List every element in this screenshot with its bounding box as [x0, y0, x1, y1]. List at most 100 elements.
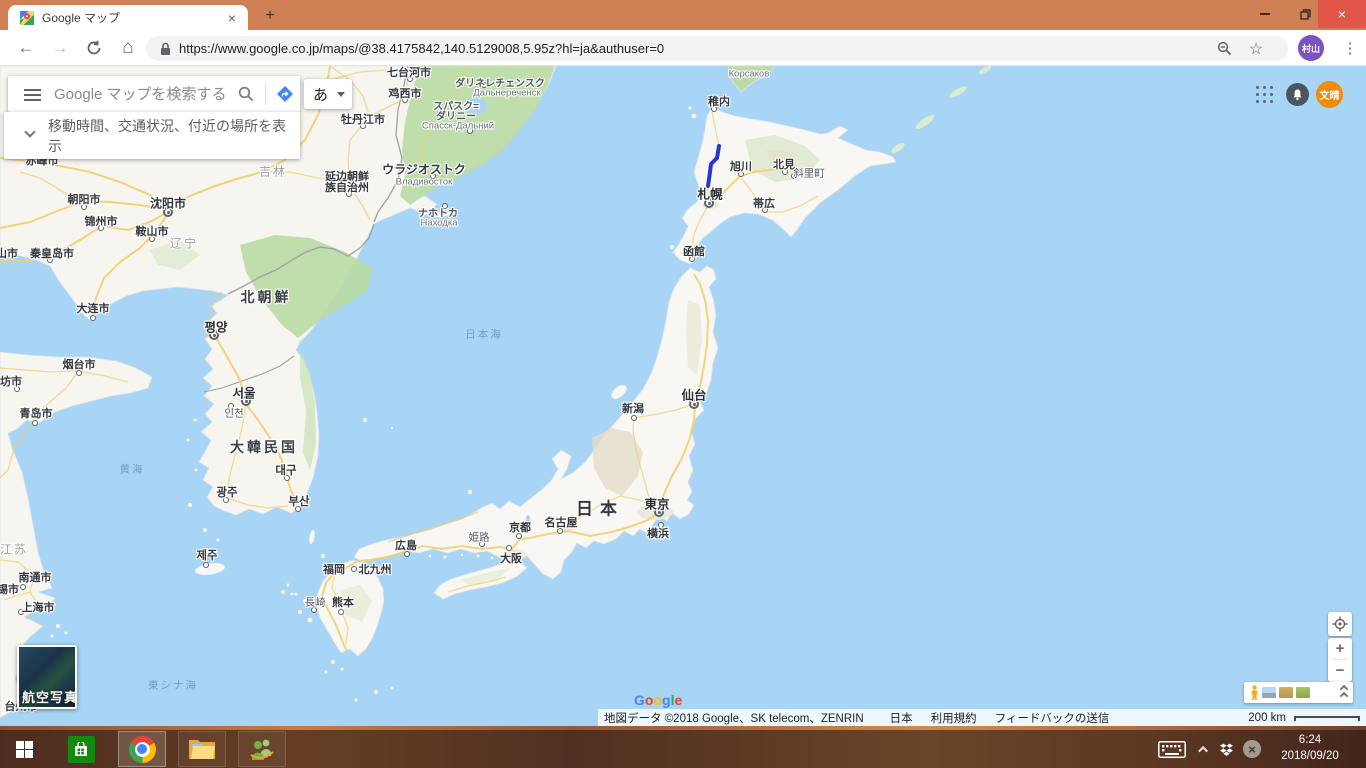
windows-taskbar: × 6:24 2018/09/20	[0, 730, 1366, 768]
microsoft-store-icon	[68, 736, 95, 763]
start-button[interactable]	[0, 731, 48, 767]
map-label: 광주	[216, 484, 237, 500]
maps-account-avatar[interactable]: 文晴	[1316, 81, 1343, 108]
map-label: 名古屋	[545, 514, 578, 530]
imagery-photos-bar	[1244, 682, 1353, 703]
taskbar-messenger-button[interactable]	[238, 731, 286, 767]
dropbox-icon[interactable]	[1216, 730, 1236, 768]
map-label: 横浜	[647, 525, 669, 541]
map-label: 锡市	[0, 581, 19, 597]
window-minimize-button[interactable]	[1246, 0, 1284, 28]
pegman-icon[interactable]	[1250, 685, 1259, 701]
map-label: 江苏	[0, 541, 28, 558]
map-label: 沈阳市	[150, 195, 186, 212]
window-close-button[interactable]: ×	[1318, 0, 1366, 28]
chevron-down-icon[interactable]	[24, 126, 35, 137]
photo-thumbnail[interactable]	[1296, 687, 1310, 698]
attribution-country[interactable]: 日本	[890, 710, 913, 726]
google-apps-grid-icon[interactable]	[1256, 86, 1273, 103]
map-label: 大韓民国	[230, 437, 298, 457]
map-label: 辽宁	[170, 235, 198, 252]
tray-status-close-icon[interactable]: ×	[1241, 730, 1263, 768]
search-input[interactable]	[54, 76, 236, 112]
chrome-icon	[129, 736, 156, 763]
map-label: 黄海	[120, 462, 145, 477]
menu-hamburger-icon[interactable]	[24, 89, 41, 104]
map-label: Владивосток	[396, 177, 453, 188]
home-button[interactable]: ⌂	[114, 30, 142, 66]
search-icon[interactable]	[238, 86, 254, 107]
map-viewport[interactable]: 赤峰市朝阳市沈阳市锦州市鞍山市秦皇岛市山市辽宁吉林七台河市鸡西市牡丹江市延边朝鲜…	[0, 66, 1366, 726]
map-label: 斜里町	[793, 166, 825, 181]
divider	[265, 83, 266, 105]
map-label: 函館	[683, 243, 705, 259]
map-label: 広島	[395, 537, 417, 553]
taskbar-explorer-button[interactable]	[178, 731, 226, 767]
zoom-in-button[interactable]: +	[1328, 638, 1352, 659]
map-label: 北見	[773, 156, 795, 172]
tab-close-icon[interactable]: ×	[224, 10, 240, 26]
map-label: 大阪	[500, 550, 522, 566]
map-label: 熊本	[332, 594, 354, 610]
zoom-out-page-icon[interactable]	[1212, 36, 1236, 61]
reload-icon	[86, 40, 102, 56]
my-location-button[interactable]	[1328, 612, 1352, 636]
browser-menu-icon[interactable]: ⋮	[1336, 30, 1364, 66]
map-label: 인천	[224, 406, 243, 421]
search-suggestion-panel[interactable]: 移動時間、交通状況、付近の場所を表示	[4, 112, 300, 159]
photo-thumbnail[interactable]	[1262, 687, 1276, 698]
map-label: Дальнереченск	[473, 88, 540, 99]
taskbar-chrome-button[interactable]	[118, 731, 166, 767]
map-label: 札幌	[697, 184, 722, 203]
touch-keyboard-icon[interactable]	[1155, 730, 1189, 768]
map-label: 稚内	[708, 93, 730, 109]
terms-link[interactable]: 利用規約	[931, 710, 977, 726]
back-button[interactable]: ←	[12, 30, 40, 66]
notifications-bell-icon[interactable]	[1286, 83, 1309, 106]
map-label: 長崎	[305, 595, 326, 610]
map-label: 제주	[196, 547, 217, 563]
map-label: 青岛市	[20, 405, 53, 421]
map-label: Находка	[420, 218, 457, 229]
map-label: ウラジオストク	[382, 161, 466, 178]
directions-icon[interactable]	[276, 85, 294, 108]
map-label: 帯広	[753, 195, 775, 211]
map-attribution-bar: 地図データ ©2018 Google、SK telecom、ZENRIN 日本 …	[598, 709, 1366, 726]
google-maps-favicon	[20, 11, 34, 25]
clock-time: 6:24	[1268, 733, 1352, 749]
google-logo-letter: e	[674, 692, 682, 708]
forward-button[interactable]: →	[46, 30, 74, 66]
taskbar-clock[interactable]: 6:24 2018/09/20	[1268, 730, 1352, 768]
reload-button[interactable]	[80, 30, 108, 66]
satellite-view-toggle[interactable]: 航空写真	[17, 645, 77, 709]
new-tab-button[interactable]: +	[258, 5, 282, 27]
browser-titlebar: Google マップ × + ×	[0, 0, 1366, 30]
collapse-chevron-icon[interactable]	[1341, 686, 1347, 699]
taskbar-store-button[interactable]	[57, 731, 105, 767]
screen: Google マップ × + × ← → ⌂	[0, 0, 1366, 768]
map-label: 京都	[509, 519, 531, 535]
map-label: 旭川	[730, 158, 752, 174]
map-label: 仙台	[681, 385, 706, 404]
browser-profile-avatar[interactable]: 村山	[1298, 35, 1324, 61]
zoom-controls: + −	[1328, 638, 1352, 682]
bookmark-star-icon[interactable]: ☆	[1244, 36, 1268, 61]
map-label: 南通市	[19, 569, 52, 585]
map-labels-layer: 赤峰市朝阳市沈阳市锦州市鞍山市秦皇岛市山市辽宁吉林七台河市鸡西市牡丹江市延边朝鲜…	[0, 66, 1366, 726]
map-label: 上海市	[22, 599, 55, 615]
ime-language-button[interactable]: あ	[304, 79, 352, 109]
url-bar[interactable]: https://www.google.co.jp/maps/@38.417584…	[146, 36, 1288, 61]
tab-title: Google マップ	[42, 9, 224, 26]
map-label: 七台河市	[387, 66, 431, 80]
map-label: 朝阳市	[68, 191, 101, 207]
zoom-out-button[interactable]: −	[1328, 660, 1352, 681]
photo-thumbnail[interactable]	[1279, 687, 1293, 698]
map-label: 山市	[0, 245, 18, 261]
browser-tab[interactable]: Google マップ ×	[8, 5, 248, 30]
restore-icon	[1300, 9, 1311, 20]
feedback-link[interactable]: フィードバックの送信	[995, 710, 1110, 726]
tray-expand-chevron-icon[interactable]	[1194, 730, 1214, 768]
caret-down-icon[interactable]	[337, 92, 345, 97]
attribution-data: 地図データ ©2018 Google、SK telecom、ZENRIN	[604, 710, 864, 726]
map-label: 秦皇岛市	[30, 245, 74, 261]
